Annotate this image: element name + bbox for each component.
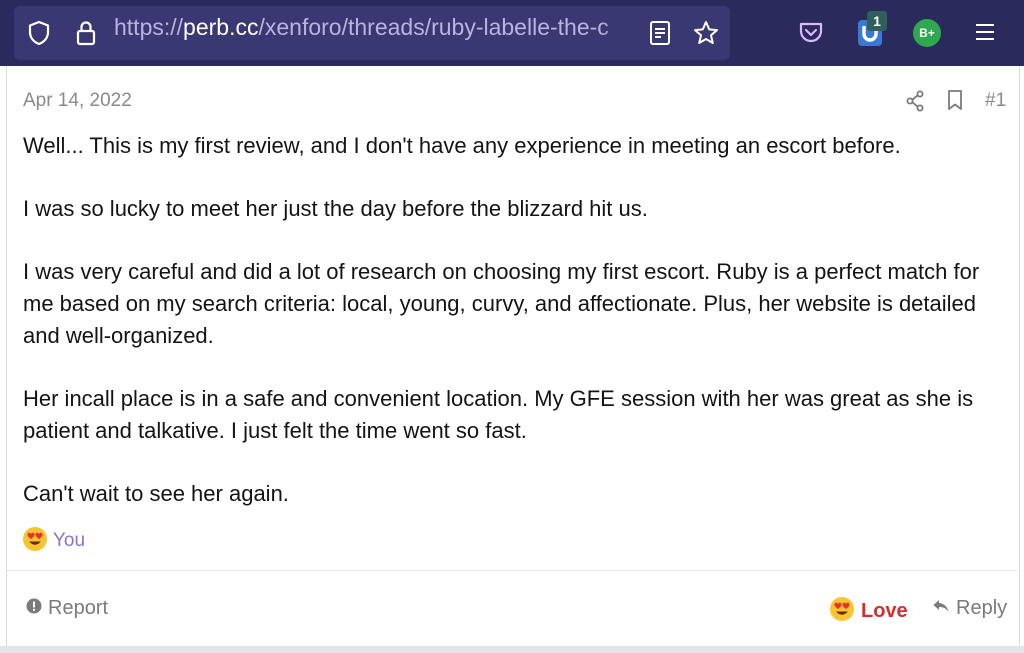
love-label: Love xyxy=(861,600,908,622)
share-icon[interactable] xyxy=(905,90,925,112)
avatar[interactable]: B+ xyxy=(913,19,941,47)
reaction-user[interactable]: You xyxy=(53,530,85,552)
report-icon xyxy=(26,598,42,619)
menu-icon[interactable] xyxy=(974,21,996,43)
reply-label: Reply xyxy=(956,597,1008,619)
post-paragraph: I was very careful and did a lot of rese… xyxy=(23,259,980,348)
post-number[interactable]: #1 xyxy=(985,90,1006,112)
shield-icon[interactable] xyxy=(26,20,52,46)
url-text[interactable]: https://perb.cc/xenforo/threads/ruby-lab… xyxy=(114,14,636,41)
url-host: perb.cc xyxy=(183,14,259,40)
post-paragraph: I was so lucky to meet her just the day … xyxy=(23,196,648,221)
post-date[interactable]: Apr 14, 2022 xyxy=(23,90,132,112)
url-prefix: https:// xyxy=(114,14,184,40)
bookmark-icon[interactable] xyxy=(946,89,964,111)
extension-badge: 1 xyxy=(867,11,887,31)
love-emoji-icon xyxy=(829,596,855,627)
star-icon[interactable] xyxy=(692,19,720,47)
url-fade xyxy=(600,10,640,56)
browser-toolbar: https://perb.cc/xenforo/threads/ruby-lab… xyxy=(0,0,1024,66)
post-body: Well... This is my first review, and I d… xyxy=(23,130,1008,541)
reader-icon[interactable] xyxy=(649,20,671,46)
reply-button[interactable]: Reply xyxy=(932,597,1007,620)
bottom-bar xyxy=(0,646,1024,653)
report-label: Report xyxy=(48,597,109,619)
url-path: /xenforo/threads/ruby-labelle-the-c xyxy=(258,14,609,40)
lock-icon[interactable] xyxy=(74,19,98,47)
post-paragraph: Her incall place is in a safe and conven… xyxy=(23,386,974,443)
reactions-summary[interactable]: You xyxy=(22,526,85,557)
report-button[interactable]: Report xyxy=(26,597,108,620)
pocket-icon[interactable] xyxy=(797,20,825,46)
love-button[interactable]: Love xyxy=(829,596,908,627)
reply-icon xyxy=(932,598,950,619)
divider xyxy=(7,570,1017,571)
love-emoji-icon xyxy=(22,526,48,557)
post-paragraph: Well... This is my first review, and I d… xyxy=(23,133,901,158)
post-paragraph: Can't wait to see her again. xyxy=(23,481,289,506)
